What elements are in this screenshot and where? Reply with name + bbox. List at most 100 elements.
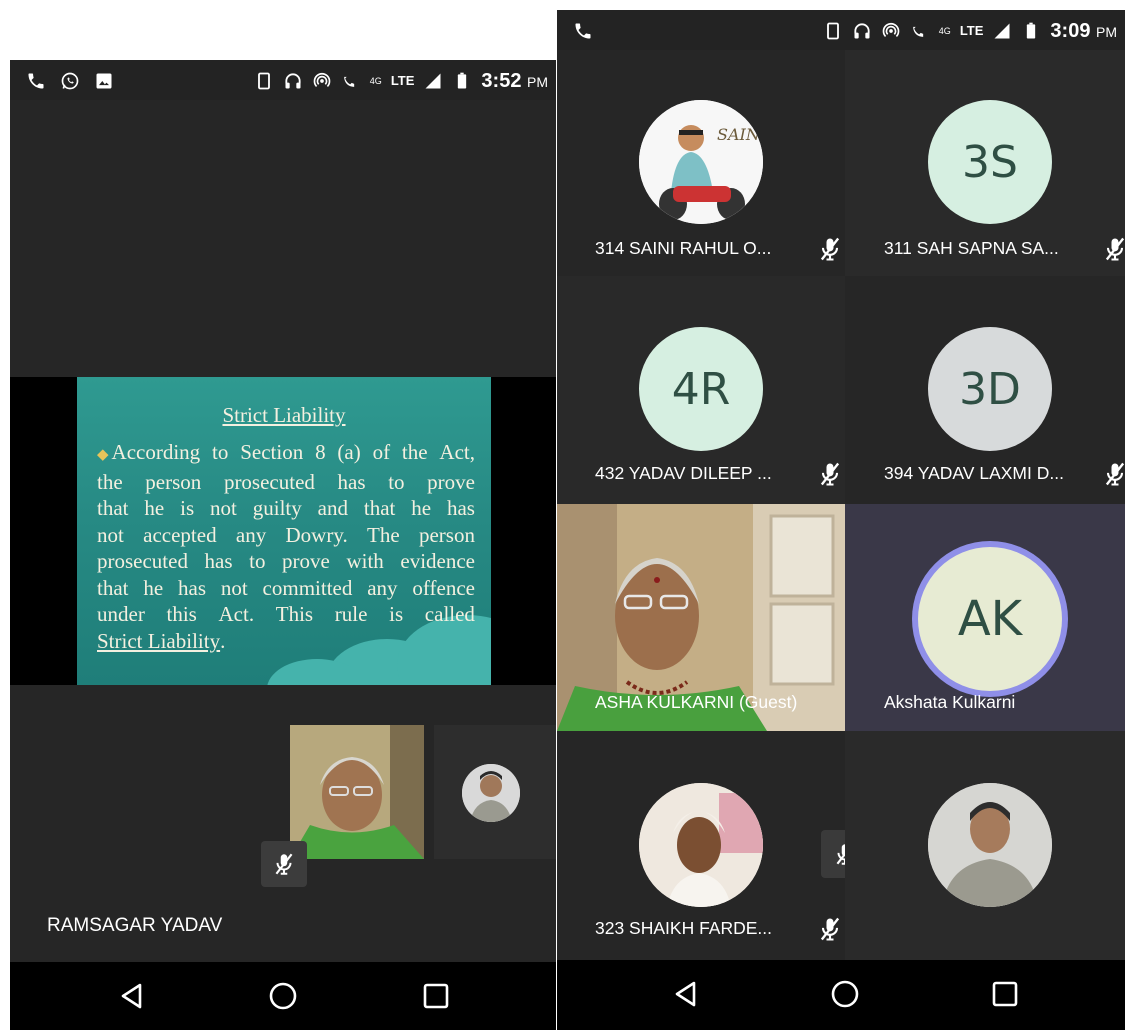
back-button[interactable] (116, 980, 148, 1012)
lte-label: LTE (959, 23, 984, 38)
slide-word: that (97, 496, 129, 520)
headphones-icon (852, 21, 872, 41)
slide-text-line: the person prosecuted has to prove (97, 469, 475, 496)
slide-key-term: Strict Liability (97, 628, 221, 653)
whatsapp-icon (60, 71, 80, 91)
status-bar: 4G LTE 3:52 PM (10, 60, 556, 100)
participant-name: 323 SHAIKH FARDE... (595, 918, 773, 938)
shared-screen[interactable]: Strict Liability ◆ According to Section 8 (a)… (10, 377, 556, 685)
home-button[interactable] (267, 980, 299, 1012)
participant-avatar: 3S (928, 100, 1052, 224)
mic-off-icon (816, 235, 844, 263)
slide-punctuation: . (220, 628, 226, 653)
status-time: 3:52 PM (481, 69, 548, 92)
slide-word: has (178, 575, 207, 600)
slide-word: to (388, 469, 405, 494)
slide-text-line: not accepted any Dowry. The person (97, 522, 475, 549)
slide-word: rule (334, 602, 368, 626)
volte-call-icon (910, 21, 930, 41)
participant-name: 314 SAINI RAHUL O... (595, 238, 772, 258)
slide-word: is (180, 496, 195, 520)
recents-button[interactable] (989, 978, 1021, 1010)
hotspot-icon (312, 71, 332, 91)
slide-text-line: Strict Liability. (97, 628, 475, 655)
slide-text-line: that he is not guilty and that he has (97, 495, 475, 522)
back-button[interactable] (670, 978, 702, 1010)
slide-word: that (363, 496, 396, 520)
lte-label: LTE (390, 73, 415, 88)
participant-tile[interactable]: SAINI 314 SAINI RAHUL O... (557, 50, 845, 276)
mic-off-icon (1101, 460, 1125, 488)
slide-word: Dowry. (285, 522, 348, 547)
slide-word: person (418, 522, 475, 547)
pip-video-asha[interactable] (290, 725, 424, 859)
battery-icon (1021, 21, 1041, 41)
participant-initials: 3S (962, 136, 1018, 188)
slide-word: has (337, 469, 366, 494)
participant-tile[interactable]: 3D 394 YADAV LAXMI D... (845, 276, 1125, 504)
mic-off-icon (1101, 235, 1125, 263)
slide-title: Strict Liability (222, 403, 346, 427)
slide-word: person (145, 469, 202, 494)
slide-word: The (367, 522, 400, 547)
status-time: 3:09 PM (1050, 19, 1117, 42)
phone-device-icon (823, 21, 843, 41)
slide-word: the (401, 440, 428, 464)
slide-word: called (424, 602, 475, 626)
participant-tile[interactable]: 4R 432 YADAV DILEEP ... (557, 276, 845, 504)
participant-initials: 3D (959, 363, 1021, 415)
participant-name: 311 SAH SAPNA SA... (884, 238, 1059, 258)
participant-tile[interactable]: 323 SHAIKH FARDE... (557, 731, 845, 962)
recents-button[interactable] (420, 980, 452, 1012)
phone-device-icon (254, 71, 274, 91)
slide-word: any (367, 575, 398, 600)
slide-body: ◆ According to Section 8 (a) of the Act, the perso… (97, 439, 475, 654)
participant-tile[interactable]: 3S 311 SAH SAPNA SA... (845, 50, 1125, 276)
mic-off-icon (816, 460, 844, 488)
participant-tile-active-speaker[interactable]: AK Akshata Kulkarni (845, 504, 1125, 731)
slide-word: (a) (337, 440, 361, 464)
svg-text:SAINI: SAINI (717, 125, 763, 144)
slide-word: any (235, 522, 267, 547)
phone-call-icon (573, 21, 593, 41)
participant-video-tile[interactable]: ASHA KULKARNI (Guest) (557, 504, 845, 731)
participant-initials: 4R (671, 363, 731, 415)
android-nav-bar (10, 962, 556, 1030)
slide-word: offence (412, 575, 475, 600)
slide-word: evidence (400, 549, 475, 573)
slide-word: he (411, 496, 432, 520)
home-button[interactable] (829, 978, 861, 1010)
slide-word: Act, (439, 440, 475, 464)
left-phone-screen: 4G LTE 3:52 PM Strict Liability ◆ Accordi… (10, 60, 556, 1030)
slide-word: under (97, 602, 145, 626)
network-type-badge: 4G (938, 26, 951, 36)
right-phone-screen: 4G LTE 3:09 PM SAINI 314 SAINI RAHUL O..… (557, 10, 1125, 1030)
pip-avatar-photo (462, 764, 520, 822)
slide-word: to (212, 440, 229, 464)
gallery-icon (94, 71, 114, 91)
slide-word: to (249, 549, 266, 573)
slide-word: the (97, 469, 123, 494)
volte-call-icon (341, 71, 361, 91)
slide-word: has (204, 549, 233, 573)
slide-word: has (446, 496, 475, 520)
signal-icon (992, 21, 1012, 41)
mic-off-button[interactable] (821, 830, 845, 878)
status-bar: 4G LTE 3:09 PM (557, 10, 1125, 50)
hotspot-icon (881, 21, 901, 41)
slide-word: with (346, 549, 384, 573)
participant-tile[interactable] (845, 731, 1125, 962)
slide-word: that (97, 575, 129, 600)
slide-word: prosecuted (97, 549, 188, 573)
participant-avatar: 3D (928, 327, 1052, 451)
participant-avatar: SAINI (639, 100, 763, 224)
pip-mic-off-button[interactable] (261, 841, 307, 887)
slide-word: he (144, 496, 165, 520)
mic-off-icon (816, 915, 844, 943)
participant-avatar: 4R (639, 327, 763, 451)
slide-word: and (317, 496, 348, 520)
slide-word: Act. (218, 602, 255, 626)
participant-name: 394 YADAV LAXMI D... (884, 463, 1064, 483)
participant-name: ASHA KULKARNI (Guest) (595, 692, 798, 712)
slide-word: prove (427, 469, 475, 494)
